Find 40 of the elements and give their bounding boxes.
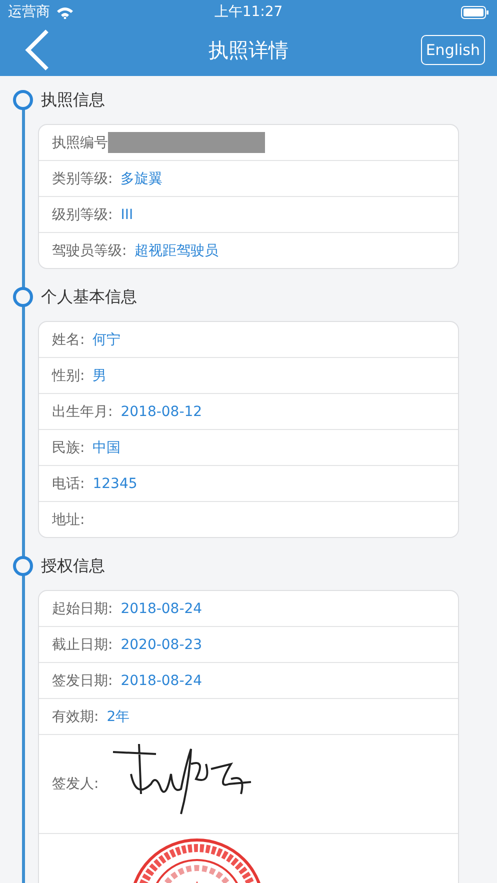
- field-label: 签发日期:: [52, 672, 113, 690]
- page-title: 执照详情: [208, 38, 288, 62]
- language-button[interactable]: English: [420, 35, 485, 65]
- field-label: 类别等级:: [52, 170, 113, 188]
- carrier-name: 运营商: [8, 3, 50, 21]
- field-label: 出生年月:: [52, 402, 113, 420]
- status-time: 上午11:27: [214, 4, 283, 20]
- back-icon[interactable]: [24, 29, 50, 71]
- field-label: 截止日期:: [52, 636, 113, 654]
- field-label: 电话:: [52, 474, 85, 492]
- field-value: 12345: [92, 476, 138, 492]
- field-value: 2018-08-12: [120, 404, 202, 420]
- field-label: 级别等级:: [52, 206, 113, 224]
- field-label: 姓名:: [52, 330, 85, 348]
- field-value: 多旋翼: [120, 170, 163, 188]
- timeline-node: [13, 556, 33, 576]
- field-label: 驾驶员等级:: [52, 242, 127, 260]
- section-title: 执照信息: [41, 90, 105, 110]
- field-label: 性别:: [52, 366, 85, 384]
- field-label: 民族:: [52, 438, 85, 456]
- field-value: 何宁: [92, 330, 121, 348]
- field-value: 2年: [106, 708, 130, 726]
- field-value: 超视距驾驶员: [134, 242, 219, 260]
- wifi-icon: [56, 6, 74, 18]
- field-value: III: [120, 206, 134, 222]
- field-label: 起始日期:: [52, 600, 113, 618]
- timeline-node: [13, 287, 33, 307]
- field-value: 男: [92, 366, 107, 384]
- field-label: 地址:: [52, 510, 85, 528]
- field-value: 2020-08-23: [120, 636, 202, 652]
- field-label: 有效期:: [52, 708, 99, 726]
- field-label: 签发人:: [52, 775, 99, 793]
- battery-icon: [461, 6, 489, 18]
- field-label: 执照编号: [52, 134, 108, 152]
- field-value: 中国: [92, 438, 121, 456]
- section-title: 个人基本信息: [41, 286, 137, 308]
- section-title: 授权信息: [41, 556, 105, 576]
- field-value: 2018-08-24: [120, 672, 202, 688]
- timeline-node: [13, 90, 33, 110]
- field-value: 2018-08-24: [120, 600, 202, 616]
